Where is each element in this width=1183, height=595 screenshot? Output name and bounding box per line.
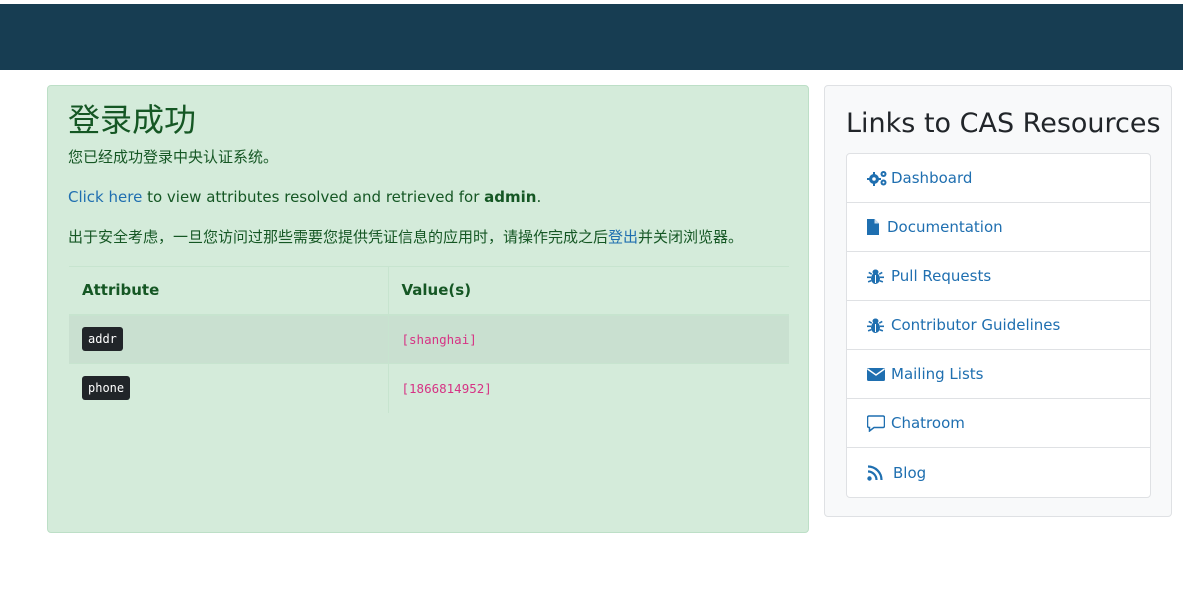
attribute-cell: phone (69, 363, 389, 413)
resource-label: Dashboard (891, 169, 973, 187)
resource-link-pull-requests[interactable]: Pull Requests (847, 252, 1150, 301)
value-cell: [shanghai] (388, 314, 789, 364)
attributes-text: to view attributes resolved and retrieve… (142, 188, 485, 206)
attribute-cell: addr (69, 314, 389, 364)
attribute-name-badge: phone (82, 376, 131, 401)
table-header-row: Attribute Value(s) (69, 266, 789, 316)
top-header-bar (0, 4, 1183, 70)
resources-panel: Links to CAS Resources Dashboard Documen… (824, 85, 1172, 517)
success-message: 您已经成功登录中央认证系统。 (68, 148, 279, 166)
attribute-value: [shanghai] (401, 332, 477, 348)
success-title: 登录成功 (68, 101, 197, 139)
comment-icon (867, 414, 889, 432)
attributes-line: Click here to view attributes resolved a… (68, 186, 541, 208)
resource-list: Dashboard Documentation Pull Requests Co… (846, 153, 1151, 498)
security-end: 并关闭浏览器。 (638, 228, 744, 246)
resource-label: Mailing Lists (891, 365, 984, 383)
table-row: phone [1866814952] (69, 363, 789, 413)
logout-link[interactable]: 登出 (608, 228, 638, 246)
resource-label: Pull Requests (891, 267, 992, 285)
attributes-end: . (536, 188, 542, 206)
resource-link-contributor-guidelines[interactable]: Contributor Guidelines (847, 301, 1150, 350)
resource-link-mailing-lists[interactable]: Mailing Lists (847, 350, 1150, 399)
rss-icon (867, 464, 891, 482)
resource-label: Documentation (887, 218, 1003, 236)
resource-link-documentation[interactable]: Documentation (847, 203, 1150, 252)
resource-link-chatroom[interactable]: Chatroom (847, 399, 1150, 448)
attribute-value: [1866814952] (401, 381, 492, 397)
envelope-icon (867, 365, 889, 383)
resources-title: Links to CAS Resources (846, 108, 1161, 139)
bug-icon (867, 267, 889, 285)
attribute-column-header: Attribute (69, 266, 389, 316)
login-success-panel: 登录成功 您已经成功登录中央认证系统。 Click here to view a… (47, 85, 809, 533)
file-icon (867, 218, 881, 236)
resource-label: Chatroom (891, 414, 965, 432)
value-cell: [1866814952] (388, 363, 789, 413)
attribute-name-badge: addr (82, 327, 123, 352)
security-text: 出于安全考虑，一旦您访问过那些需要您提供凭证信息的应用时，请操作完成之后 (68, 228, 609, 246)
bug-icon (867, 316, 889, 334)
resource-link-dashboard[interactable]: Dashboard (847, 154, 1150, 203)
security-notice: 出于安全考虑，一旦您访问过那些需要您提供凭证信息的应用时，请操作完成之后登出并关… (68, 226, 743, 248)
resource-link-blog[interactable]: Blog (847, 448, 1150, 497)
cogs-icon (867, 169, 889, 187)
resource-label: Contributor Guidelines (891, 316, 1061, 334)
resource-label: Blog (893, 463, 927, 482)
values-column-header: Value(s) (388, 266, 789, 316)
table-row: addr [shanghai] (69, 314, 789, 364)
username: admin (484, 188, 537, 206)
view-attributes-link[interactable]: Click here (68, 188, 142, 206)
attributes-table: Attribute Value(s) addr [shanghai] phone… (69, 266, 789, 413)
